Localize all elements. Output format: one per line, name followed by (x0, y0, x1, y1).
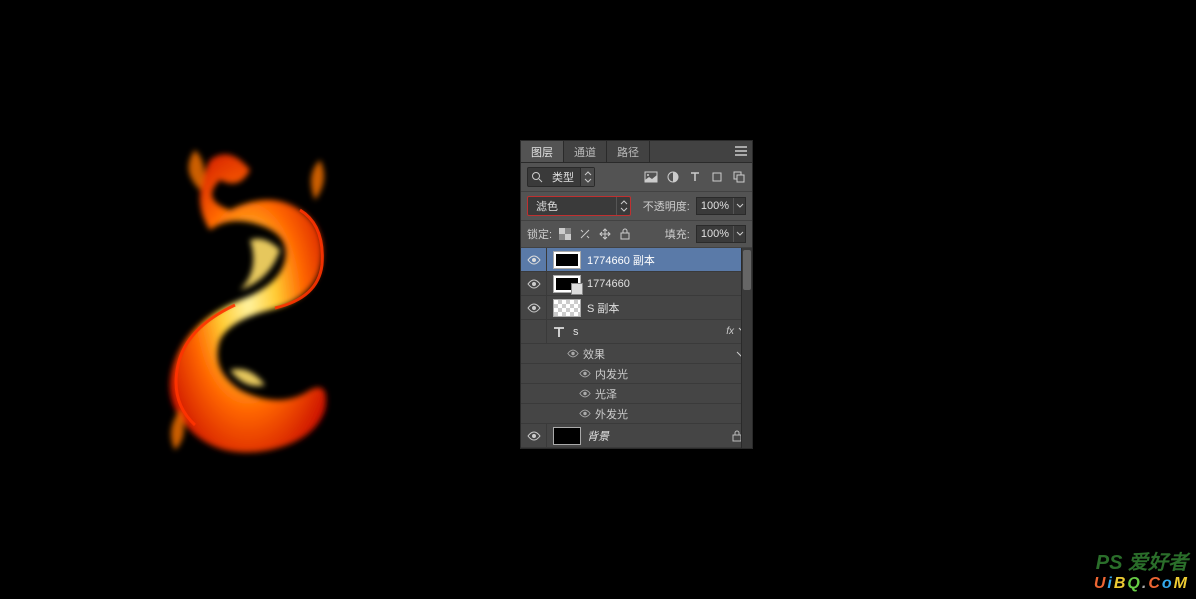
panel-tabs: 图层 通道 路径 (521, 141, 752, 163)
layer-name: 1774660 (587, 278, 630, 290)
layer-row[interactable]: 背景 (521, 424, 752, 448)
lock-label: 锁定: (527, 226, 552, 242)
scrollbar-thumb[interactable] (743, 250, 751, 290)
fill-label: 填充: (665, 226, 690, 242)
lock-transparency-icon[interactable] (558, 227, 572, 241)
effect-name: 光泽 (595, 386, 617, 402)
layer-row[interactable]: 1774660 (521, 272, 752, 296)
panel-menu-icon[interactable] (734, 145, 748, 157)
effects-header[interactable]: 效果 (521, 344, 752, 364)
visibility-toggle[interactable] (521, 320, 547, 343)
layer-thumbnail (553, 427, 581, 445)
tab-channels[interactable]: 通道 (564, 141, 607, 162)
watermark-line2: UiBQ.CoM (1093, 575, 1188, 593)
text-layer-icon (551, 324, 567, 340)
effects-label: 效果 (583, 346, 605, 362)
layers-panel: 图层 通道 路径 类型 滤色 不透明度: (520, 140, 753, 449)
layer-thumbnail (553, 251, 581, 269)
layers-list: 1774660 副本 1774660 S 副本 s fx (521, 248, 752, 448)
lock-all-icon[interactable] (618, 227, 632, 241)
layer-name: 背景 (587, 428, 609, 444)
layer-name: S 副本 (587, 300, 619, 316)
chevron-down-icon (733, 226, 745, 242)
visibility-toggle[interactable] (521, 424, 547, 447)
watermark: PS 爱好者 UiBQ.CoM (1093, 546, 1188, 593)
search-icon (528, 171, 546, 183)
dropdown-arrow-icon (616, 197, 630, 215)
effect-name: 内发光 (595, 366, 628, 382)
opacity-input[interactable]: 100% (696, 197, 746, 215)
chevron-down-icon (733, 198, 745, 214)
filter-shape-icon[interactable] (710, 170, 724, 184)
fx-badge[interactable]: fx (726, 326, 734, 337)
visibility-toggle[interactable] (521, 296, 547, 319)
effect-item[interactable]: 外发光 (521, 404, 752, 424)
layers-scrollbar[interactable] (741, 248, 752, 448)
effect-item[interactable]: 光泽 (521, 384, 752, 404)
canvas-area (0, 0, 520, 599)
fire-letter-artwork (150, 140, 370, 460)
watermark-line1: PS 爱好者 (1093, 546, 1188, 575)
lock-position-icon[interactable] (598, 227, 612, 241)
filter-type-label: 类型 (546, 169, 580, 185)
effect-name: 外发光 (595, 406, 628, 422)
lock-pixels-icon[interactable] (578, 227, 592, 241)
filter-smartobject-icon[interactable] (732, 170, 746, 184)
blend-row: 滤色 不透明度: 100% (521, 192, 752, 221)
layer-name: s (573, 326, 579, 338)
layer-row[interactable]: 1774660 副本 (521, 248, 752, 272)
tab-paths[interactable]: 路径 (607, 141, 650, 162)
visibility-toggle[interactable] (575, 409, 595, 418)
fill-input[interactable]: 100% (696, 225, 746, 243)
blend-mode-value: 滤色 (528, 198, 616, 214)
lock-row: 锁定: 填充: 100% (521, 221, 752, 248)
visibility-toggle[interactable] (563, 349, 583, 358)
fill-value: 100% (697, 228, 733, 240)
filter-row: 类型 (521, 163, 752, 192)
tab-layers[interactable]: 图层 (521, 141, 564, 162)
opacity-value: 100% (697, 200, 733, 212)
visibility-toggle[interactable] (521, 248, 547, 271)
stepper-arrows-icon (580, 168, 594, 186)
visibility-toggle[interactable] (575, 389, 595, 398)
layer-row[interactable]: s fx (521, 320, 752, 344)
effect-item[interactable]: 内发光 (521, 364, 752, 384)
filter-adjustment-icon[interactable] (666, 170, 680, 184)
visibility-toggle[interactable] (575, 369, 595, 378)
layer-row[interactable]: S 副本 (521, 296, 752, 320)
layer-name: 1774660 副本 (587, 252, 655, 268)
opacity-label: 不透明度: (643, 198, 690, 214)
filter-text-icon[interactable] (688, 170, 702, 184)
blend-mode-select[interactable]: 滤色 (527, 196, 631, 216)
visibility-toggle[interactable] (521, 272, 547, 295)
filter-image-icon[interactable] (644, 170, 658, 184)
layer-thumbnail (553, 299, 581, 317)
layers-list-wrap: 1774660 副本 1774660 S 副本 s fx (521, 248, 752, 448)
filter-type-select[interactable]: 类型 (527, 167, 595, 187)
layer-thumbnail (553, 275, 581, 293)
